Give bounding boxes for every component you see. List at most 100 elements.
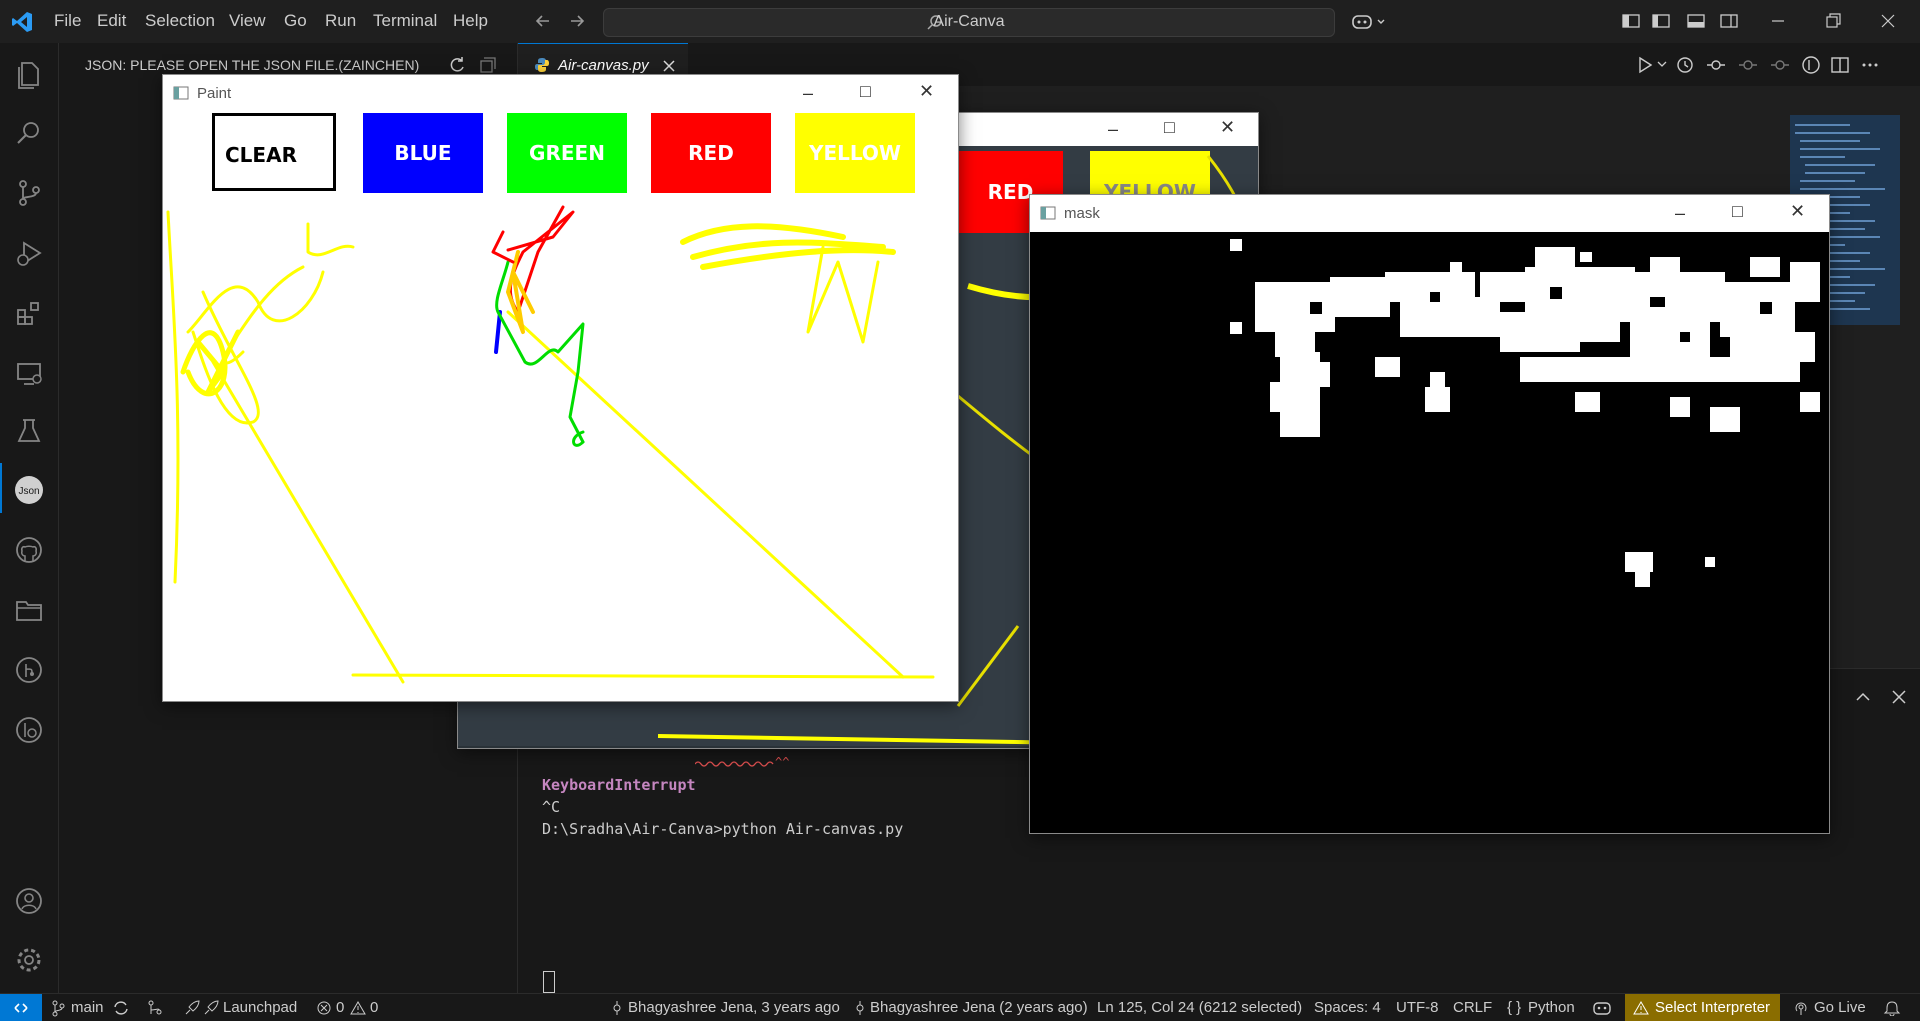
gitlens-compare-icon[interactable] bbox=[1801, 55, 1821, 75]
search-text: Air-Canva bbox=[933, 13, 1005, 30]
launchpad-label[interactable]: Launchpad bbox=[223, 999, 297, 1016]
forward-arrow-icon[interactable] bbox=[566, 10, 588, 32]
tab-label: Air-canvas.py bbox=[558, 57, 649, 74]
next-change-icon[interactable] bbox=[1770, 55, 1790, 75]
settings-gear-icon[interactable] bbox=[14, 945, 44, 975]
notifications-bell-icon[interactable] bbox=[1883, 1000, 1901, 1016]
select-interpreter-button[interactable]: Select Interpreter bbox=[1625, 994, 1780, 1021]
run-python-file-icon[interactable] bbox=[1635, 55, 1655, 75]
toggle-secondary-sidebar-icon[interactable] bbox=[1718, 10, 1740, 32]
menu-view[interactable]: View bbox=[229, 11, 266, 31]
menu-terminal[interactable]: Terminal bbox=[373, 11, 437, 31]
encoding[interactable]: UTF-8 bbox=[1396, 999, 1439, 1016]
extensions-icon[interactable] bbox=[14, 298, 44, 328]
status-bar: main Launchpad 0 0 Bhagyashree Jena, 3 y… bbox=[0, 993, 1920, 1021]
end-of-line[interactable]: CRLF bbox=[1453, 999, 1492, 1016]
terminal-line: D:\Sradha\Air-Canva>python Air-canvas.py bbox=[542, 820, 904, 838]
sync-icon[interactable] bbox=[112, 999, 130, 1017]
restore-icon[interactable] bbox=[1822, 10, 1844, 32]
remote-explorer-icon[interactable] bbox=[14, 358, 44, 388]
terminal-error-text: KeyboardInterrupt bbox=[542, 776, 696, 794]
active-indicator bbox=[0, 463, 2, 513]
warning-icon bbox=[350, 1001, 366, 1015]
back-arrow-icon[interactable] bbox=[532, 10, 554, 32]
toggle-primary-sidebar-icon[interactable] bbox=[1650, 10, 1672, 32]
vscode-logo-icon bbox=[12, 12, 32, 32]
explorer-icon[interactable] bbox=[14, 59, 44, 89]
terminal-cursor bbox=[543, 971, 555, 993]
menu-selection[interactable]: Selection bbox=[145, 11, 215, 31]
close-panel-icon[interactable] bbox=[1889, 687, 1909, 707]
git-graph-icon[interactable] bbox=[14, 655, 44, 685]
paint-close-icon[interactable]: ✕ bbox=[919, 81, 934, 102]
go-live-button[interactable]: Go Live bbox=[1814, 999, 1866, 1016]
search-icon[interactable] bbox=[14, 118, 44, 148]
menu-go[interactable]: Go bbox=[284, 11, 307, 31]
error-count[interactable]: 0 bbox=[336, 999, 344, 1016]
activity-bar: Json bbox=[0, 43, 59, 993]
frame-close-icon[interactable]: ✕ bbox=[1220, 117, 1235, 138]
testing-icon[interactable] bbox=[14, 416, 44, 446]
paint-canvas[interactable] bbox=[163, 112, 958, 702]
cursor-position[interactable]: Ln 125, Col 24 (6212 selected) bbox=[1097, 999, 1302, 1016]
source-control-icon[interactable] bbox=[14, 178, 44, 208]
more-actions-icon[interactable] bbox=[1860, 55, 1880, 75]
maximize-panel-chevron-icon[interactable] bbox=[1853, 687, 1873, 707]
mask-window-titlebar[interactable]: mask – □ ✕ bbox=[1030, 195, 1829, 232]
frame-minimize-icon[interactable]: – bbox=[1108, 119, 1118, 140]
toggle-panel-icon[interactable] bbox=[1685, 10, 1707, 32]
mask-minimize-icon[interactable]: – bbox=[1675, 203, 1685, 224]
remote-indicator[interactable] bbox=[0, 994, 42, 1021]
mask-maximize-icon[interactable]: □ bbox=[1732, 201, 1743, 222]
timeline-icon[interactable] bbox=[1675, 55, 1695, 75]
git-blame-current-line[interactable]: Bhagyashree Jena, 3 years ago bbox=[628, 999, 840, 1016]
paint-maximize-icon[interactable]: □ bbox=[860, 81, 871, 102]
git-blame-file[interactable]: Bhagyashree Jena (2 years ago) bbox=[870, 999, 1088, 1016]
run-dropdown-chevron-icon[interactable] bbox=[1655, 57, 1669, 71]
window-app-icon bbox=[173, 86, 189, 100]
github-icon[interactable] bbox=[14, 535, 44, 565]
warning-count[interactable]: 0 bbox=[370, 999, 378, 1016]
indentation[interactable]: Spaces: 4 bbox=[1314, 999, 1381, 1016]
project-manager-icon[interactable] bbox=[14, 595, 44, 625]
git-commit-icon bbox=[856, 1001, 864, 1015]
mask-image bbox=[1230, 239, 1820, 587]
open-changes-icon[interactable] bbox=[1706, 55, 1726, 75]
error-squiggle: ^^ bbox=[695, 756, 789, 768]
menu-file[interactable]: File bbox=[54, 11, 81, 31]
warning-icon bbox=[1633, 1001, 1649, 1015]
close-icon[interactable] bbox=[1877, 10, 1899, 32]
collapse-all-icon[interactable] bbox=[478, 55, 498, 75]
git-graph-status-icon[interactable] bbox=[146, 999, 164, 1017]
git-commit-icon bbox=[613, 1001, 621, 1015]
json-icon[interactable]: Json bbox=[14, 475, 44, 505]
refresh-icon[interactable] bbox=[447, 55, 467, 75]
mask-close-icon[interactable]: ✕ bbox=[1790, 201, 1805, 222]
select-interpreter-label: Select Interpreter bbox=[1655, 999, 1771, 1016]
customize-layout-icon[interactable] bbox=[1620, 10, 1642, 32]
split-editor-icon[interactable] bbox=[1830, 55, 1850, 75]
mask-window[interactable]: mask – □ ✕ bbox=[1029, 194, 1830, 834]
paint-minimize-icon[interactable]: – bbox=[803, 83, 813, 104]
title-bar: File Edit Selection View Go Run Terminal… bbox=[0, 0, 1920, 43]
gitlens-icon[interactable] bbox=[14, 715, 44, 745]
previous-change-icon[interactable] bbox=[1738, 55, 1758, 75]
paint-window-title: Paint bbox=[197, 85, 232, 102]
svg-text:^^: ^^ bbox=[775, 756, 789, 768]
menu-run[interactable]: Run bbox=[325, 11, 356, 31]
paint-window-titlebar[interactable]: Paint – □ ✕ bbox=[163, 75, 958, 112]
command-center-search[interactable]: Air-Canva bbox=[603, 8, 1335, 37]
tab-close-icon[interactable] bbox=[661, 58, 677, 74]
launchpad-icon bbox=[185, 1000, 219, 1015]
accounts-icon[interactable] bbox=[14, 886, 44, 916]
menu-help[interactable]: Help bbox=[453, 11, 488, 31]
copilot-icon[interactable] bbox=[1350, 10, 1390, 32]
paint-window[interactable]: Paint – □ ✕ CLEAR BLUE GREEN RED YELLOW bbox=[162, 74, 959, 702]
branch-name[interactable]: main bbox=[71, 999, 104, 1016]
copilot-status-icon[interactable] bbox=[1592, 999, 1612, 1017]
language-mode[interactable]: Python bbox=[1528, 999, 1575, 1016]
frame-maximize-icon[interactable]: □ bbox=[1164, 117, 1175, 138]
run-debug-icon[interactable] bbox=[14, 238, 44, 268]
menu-edit[interactable]: Edit bbox=[97, 11, 126, 31]
minimize-icon[interactable] bbox=[1767, 10, 1789, 32]
